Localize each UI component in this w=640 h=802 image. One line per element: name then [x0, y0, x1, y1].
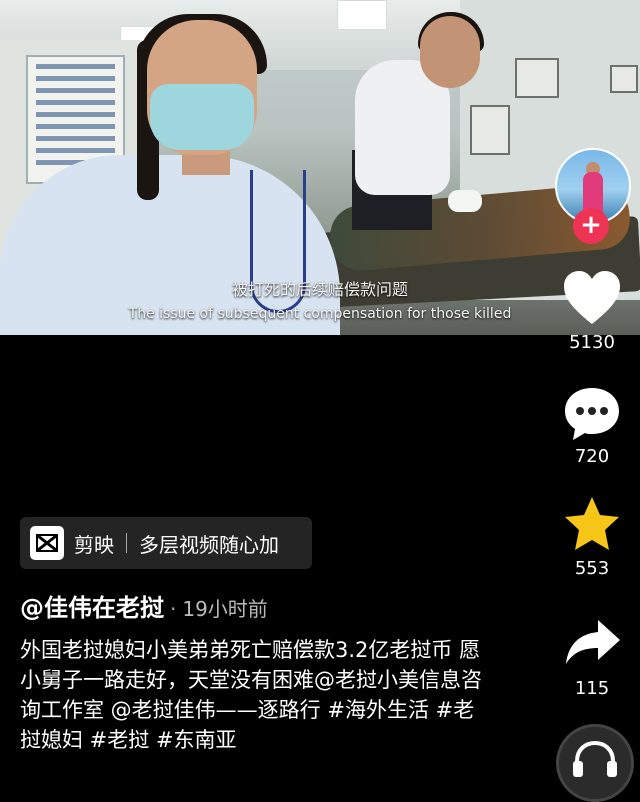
post-time: 19小时前 [182, 597, 268, 621]
favorite-count: 553 [574, 558, 610, 579]
like-button[interactable] [560, 268, 624, 328]
share-count: 115 [574, 678, 610, 699]
music-disc[interactable] [556, 724, 634, 802]
capcut-icon [30, 526, 64, 560]
follow-button[interactable]: + [573, 208, 609, 244]
subtitle-en: The issue of subsequent compensation for… [128, 306, 512, 322]
share-icon [566, 620, 620, 664]
subtitle-cn: 被打死的后续赔偿款问题 [231, 280, 408, 299]
star-icon [565, 497, 619, 550]
favorite-button[interactable] [560, 494, 624, 554]
author-row: @佳伟在老挝 · 19小时前 [20, 588, 268, 623]
post-caption[interactable]: 外国老挝媳妇小美弟弟死亡赔偿款3.2亿老挝币 愿小舅子一路走好，天堂没有困难@老… [20, 635, 490, 755]
badge-slogan: 多层视频随心加 [139, 532, 279, 557]
monitor-equipment [470, 105, 510, 155]
video-player[interactable]: 被打死的后续赔偿款问题 The issue of subsequent comp… [0, 0, 640, 335]
ceiling-light [337, 0, 387, 30]
comment-icon [565, 388, 619, 440]
comment-button[interactable] [560, 384, 624, 444]
heart-icon [564, 271, 620, 324]
like-count: 5130 [569, 332, 615, 353]
nurse-figure [420, 16, 480, 88]
badge-app-name: 剪映 [74, 532, 114, 557]
capcut-badge[interactable]: 剪映 多层视频随心加 [20, 517, 312, 569]
face-mask [150, 84, 254, 150]
separator-dot: · [170, 597, 177, 621]
headphones-icon [573, 740, 617, 777]
glove [448, 190, 482, 212]
author-name[interactable]: @佳伟在老挝 [20, 588, 164, 623]
share-button[interactable] [560, 614, 624, 674]
badge-divider [126, 533, 127, 553]
monitor-equipment [515, 58, 559, 98]
wall-socket [610, 65, 638, 93]
comment-count: 720 [574, 446, 610, 467]
